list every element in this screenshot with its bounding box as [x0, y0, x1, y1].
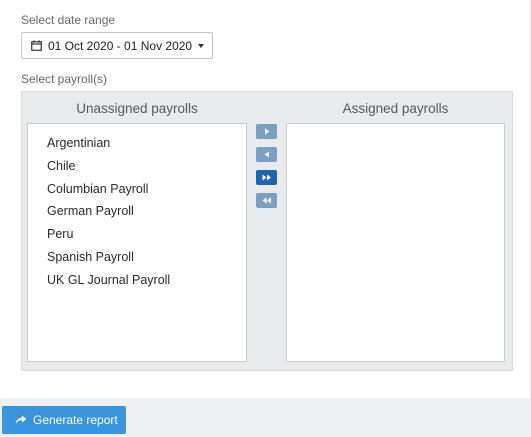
report-panel: Select date range 01 Oct 2020 - 01 Nov 2…	[0, 0, 531, 398]
move-selected-right-button[interactable]	[256, 124, 277, 139]
move-selected-left-button[interactable]	[256, 147, 277, 162]
double-triangle-left-icon	[262, 197, 271, 204]
list-item[interactable]: Spanish Payroll	[47, 250, 134, 264]
payroll-picker: Unassigned payrolls Assigned payrolls Ar…	[21, 91, 513, 371]
list-item[interactable]: Columbian Payroll	[47, 182, 148, 196]
double-triangle-right-icon	[262, 174, 271, 181]
generate-report-button[interactable]: Generate report	[2, 406, 126, 434]
assigned-title: Assigned payrolls	[342, 101, 449, 116]
list-item[interactable]: German Payroll	[47, 204, 134, 218]
date-range-picker[interactable]: 01 Oct 2020 - 01 Nov 2020	[21, 32, 213, 59]
date-range-label: Select date range	[21, 13, 116, 27]
caret-down-icon	[198, 43, 205, 48]
triangle-left-icon	[264, 151, 269, 158]
triangle-right-icon	[264, 128, 269, 135]
list-item[interactable]: UK GL Journal Payroll	[47, 273, 170, 287]
move-all-right-button[interactable]	[256, 170, 277, 185]
move-all-left-button[interactable]	[256, 193, 277, 208]
share-arrow-icon	[15, 415, 27, 424]
list-item[interactable]: Peru	[47, 227, 73, 241]
list-item[interactable]: Argentinian	[47, 136, 110, 150]
list-item[interactable]: Chile	[47, 159, 76, 173]
assigned-list[interactable]	[286, 123, 505, 362]
date-range-value: 01 Oct 2020 - 01 Nov 2020	[48, 38, 193, 53]
payrolls-label: Select payroll(s)	[21, 72, 108, 86]
unassigned-list[interactable]: Argentinian Chile Columbian Payroll Germ…	[27, 123, 247, 362]
calendar-icon	[31, 40, 42, 51]
unassigned-title: Unassigned payrolls	[76, 101, 198, 116]
generate-report-label: Generate report	[33, 413, 118, 427]
